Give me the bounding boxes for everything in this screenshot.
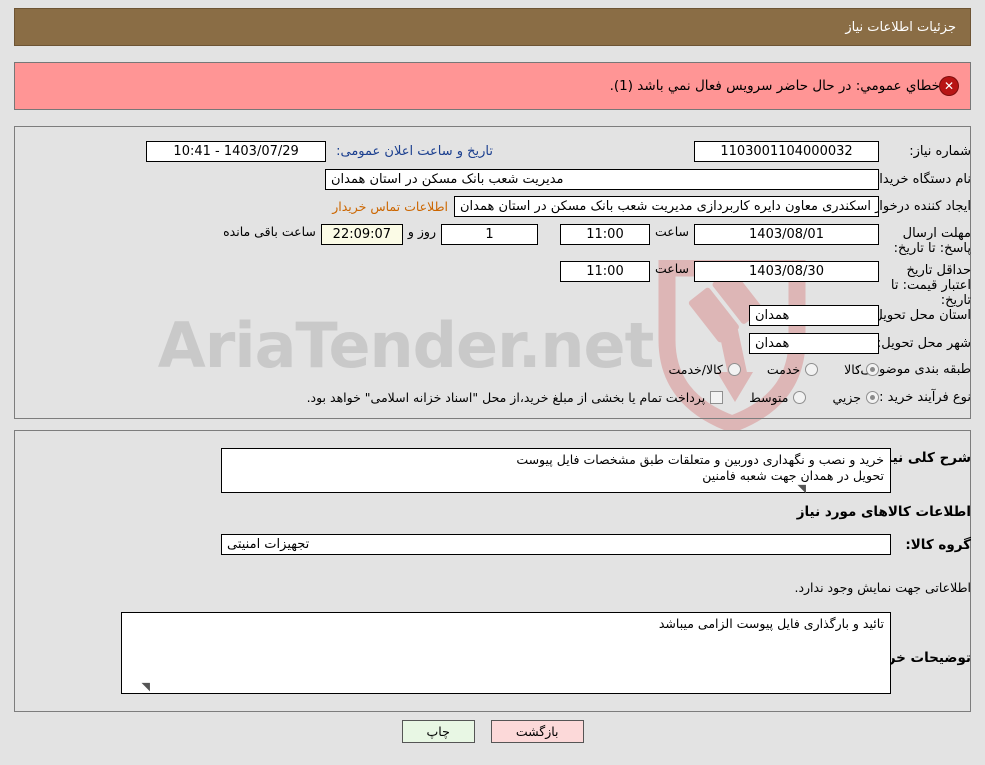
purchase-option-medium-label: متوسط xyxy=(749,390,789,405)
response-deadline-time-label: ساعت xyxy=(654,224,689,239)
price-validity-time-label: ساعت xyxy=(654,261,689,276)
purchase-process-row: نوع فرآیند خرید : جزیي متوسط پرداخت تمام… xyxy=(307,390,971,405)
summary-resize-grip[interactable]: ◥ xyxy=(792,478,812,500)
category-option-goods-label: کالا xyxy=(844,362,861,377)
buyer-comments-label: توضیحات خریدار: xyxy=(857,650,971,666)
goods-section-heading: اطلاعات کالاهای مورد نیاز xyxy=(796,504,971,520)
summary-row: شرح کلی نیاز: خرید و نصب و نگهداری دوربی… xyxy=(221,448,971,493)
purchase-option-medium[interactable]: متوسط xyxy=(749,390,807,405)
announce-datetime-value: 1403/07/29 - 10:41 xyxy=(146,141,327,162)
need-number-value: 1103001104000032 xyxy=(694,141,879,162)
response-deadline-time: 11:00 xyxy=(559,224,650,245)
goods-group-value: تجهیزات امنیتی xyxy=(221,534,891,555)
buyer-org-value: مدیریت شعب بانک مسکن در استان همدان xyxy=(325,169,879,190)
treasury-bond-label: پرداخت تمام یا بخشی از مبلغ خرید،از محل … xyxy=(306,390,706,405)
summary-textarea[interactable]: خرید و نصب و نگهداری دوربین و متعلقات طب… xyxy=(221,448,891,493)
response-deadline-label: مهلت ارسال پاسخ: تا تاریخ: xyxy=(893,226,971,256)
radio-icon-goods[interactable] xyxy=(866,363,879,376)
need-number-row: شماره نیاز: 1103001104000032 xyxy=(694,141,971,162)
delivery-city-label: شهر محل تحویل: xyxy=(876,336,971,351)
back-button[interactable]: بازگشت xyxy=(490,720,584,743)
summary-label: شرح کلی نیاز: xyxy=(874,450,971,466)
category-option-service[interactable]: خدمت xyxy=(766,362,819,377)
need-number-label: شماره نیاز: xyxy=(909,144,971,159)
delivery-province-value: همدان xyxy=(749,305,879,326)
buyer-comments-resize-grip[interactable]: ◥ xyxy=(142,680,150,693)
error-circle-icon: ✕ xyxy=(940,77,958,95)
countdown-suffix-label: ساعت باقی مانده xyxy=(223,224,316,239)
treasury-bond-checkbox-group[interactable]: پرداخت تمام یا بخشی از مبلغ خرید،از محل … xyxy=(307,390,724,405)
response-deadline-date: 1403/08/01 xyxy=(694,224,879,245)
radio-icon-service[interactable] xyxy=(805,363,819,376)
buyer-comments-row: توضیحات خریدار: تائید و بارگذاری فایل پی… xyxy=(121,612,971,694)
page-title-bar: جزئیات اطلاعات نیاز xyxy=(14,8,971,46)
price-validity-time: 11:00 xyxy=(559,261,650,282)
radio-icon-minor[interactable] xyxy=(866,391,879,404)
purchase-process-label: نوع فرآیند خرید : xyxy=(879,390,971,405)
response-deadline-row: مهلت ارسال پاسخ: تا تاریخ: 1403/08/01 سا… xyxy=(218,224,971,256)
purchase-option-minor-label: جزیي xyxy=(832,390,861,405)
countdown-timer: 22:09:07 xyxy=(320,224,403,245)
category-option-goods[interactable]: کالا xyxy=(844,362,879,377)
request-creator-value: امیر اسکندری معاون دایره کاربردازی مدیری… xyxy=(454,196,879,217)
page-root: AriaTender.net جزئیات اطلاعات نیاز ✕ خطا… xyxy=(0,0,985,765)
goods-group-row: گروه کالا: تجهیزات امنیتی xyxy=(221,534,971,555)
days-remaining-value: 1 xyxy=(440,224,538,245)
delivery-city-row: شهر محل تحویل: همدان xyxy=(749,333,971,354)
price-validity-row: حداقل تاریخ اعتبار قیمت: تا تاریخ: 1403/… xyxy=(559,261,971,308)
buyer-comments-textarea[interactable]: تائید و بارگذاری فایل پیوست الزامی میباش… xyxy=(121,612,891,694)
delivery-province-row: استان محل تحویل: همدان xyxy=(749,305,971,326)
price-validity-date: 1403/08/30 xyxy=(694,261,879,282)
error-banner: ✕ خطاي عمومي: در حال حاضر سرویس فعال نمي… xyxy=(14,62,971,110)
footer-button-bar: بازگشت چاپ xyxy=(0,720,985,743)
request-creator-row: ایجاد کننده درخواست: امیر اسکندری معاون … xyxy=(332,196,971,217)
days-remaining-label: روز و xyxy=(407,224,436,239)
category-option-service-label: خدمت xyxy=(766,362,801,377)
radio-icon-medium[interactable] xyxy=(793,391,807,404)
delivery-city-value: همدان xyxy=(749,333,879,354)
radio-icon-both[interactable] xyxy=(727,363,741,376)
price-validity-label: حداقل تاریخ اعتبار قیمت: تا تاریخ: xyxy=(890,263,971,308)
page-title: جزئیات اطلاعات نیاز xyxy=(845,19,956,35)
print-button[interactable]: چاپ xyxy=(401,720,475,743)
buyer-contact-link[interactable]: اطلاعات تماس خریدار xyxy=(332,199,454,214)
delivery-province-label: استان محل تحویل: xyxy=(869,308,971,323)
announce-datetime-label: تاریخ و ساعت اعلان عمومی: xyxy=(336,144,493,159)
announce-datetime-row: تاریخ و ساعت اعلان عمومی: 1403/07/29 - 1… xyxy=(146,141,493,162)
checkbox-icon-treasury-bond[interactable] xyxy=(710,391,724,404)
request-creator-label: ایجاد کننده درخواست: xyxy=(851,199,971,214)
error-message: خطاي عمومي: در حال حاضر سرویس فعال نمي ب… xyxy=(609,78,940,94)
buyer-org-row: نام دستگاه خریدار: مدیریت شعب بانک مسکن … xyxy=(325,169,971,190)
category-row: طبقه بندی موضوعی: کالا خدمت کالا/خدمت xyxy=(642,362,971,377)
purchase-option-minor[interactable]: جزیي xyxy=(832,390,879,405)
category-option-both-label: کالا/خدمت xyxy=(668,362,723,377)
category-label: طبقه بندی موضوعی: xyxy=(855,362,971,377)
goods-group-label: گروه کالا: xyxy=(905,536,971,553)
empty-data-note: اطلاعاتی جهت نمایش وجود ندارد. xyxy=(794,580,971,595)
buyer-org-label: نام دستگاه خریدار: xyxy=(868,172,971,187)
category-option-both[interactable]: کالا/خدمت xyxy=(668,362,741,377)
